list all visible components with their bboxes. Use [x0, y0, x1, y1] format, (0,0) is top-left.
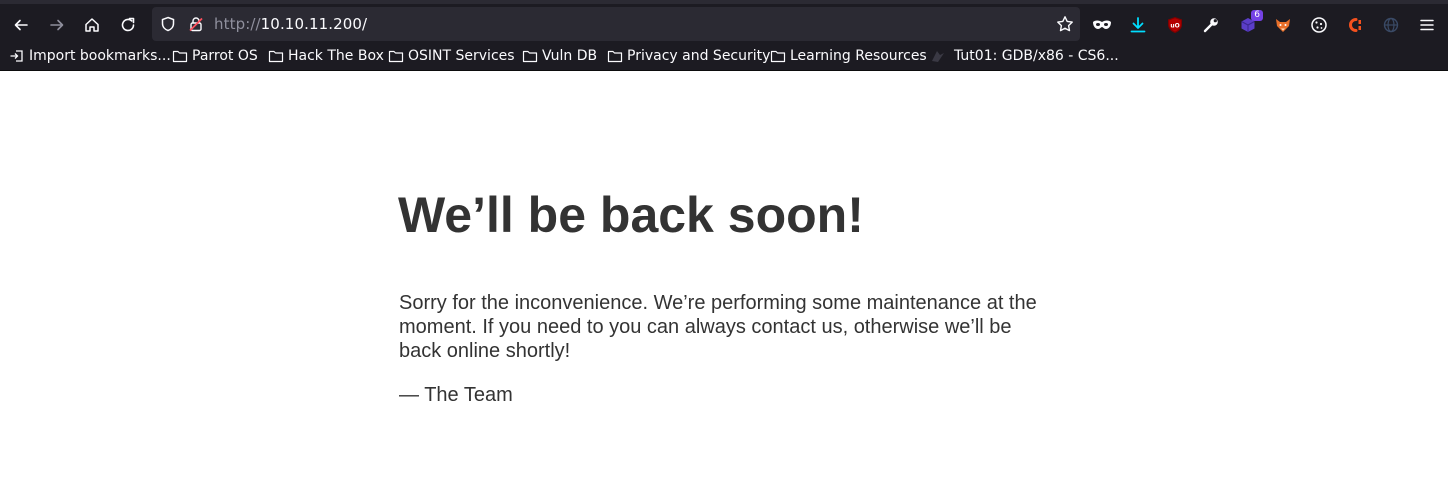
bookmark-label: Learning Resources	[790, 48, 927, 64]
bookmark-label: OSINT Services	[408, 48, 515, 64]
wrench-icon	[1203, 18, 1218, 33]
cookie-editor-extension-button[interactable]	[1343, 13, 1367, 37]
bookmark-folder-hack-the-box[interactable]: Hack The Box	[268, 46, 384, 66]
star-icon	[1057, 16, 1073, 32]
bookmark-label: Tut01: GDB/x86 - CS6...	[954, 48, 1119, 64]
forward-button[interactable]	[43, 11, 71, 39]
folder-icon	[172, 50, 188, 63]
home-button[interactable]	[78, 11, 106, 39]
download-icon	[1130, 17, 1146, 33]
bookmark-import[interactable]: Import bookmarks...	[9, 46, 171, 66]
bookmark-label: Hack The Box	[288, 48, 384, 64]
extension-badge: 6	[1251, 10, 1263, 21]
private-mask-button[interactable]	[1090, 13, 1114, 37]
url-scheme: http://	[214, 15, 261, 33]
cookie-icon	[1311, 17, 1327, 33]
import-icon	[10, 50, 23, 62]
browser-chrome: http://10.10.11.200/ uO 6 Import bookmar…	[0, 0, 1448, 71]
bookmark-label: Vuln DB	[542, 48, 598, 64]
bookmark-folder-learning-resources[interactable]: Learning Resources	[770, 46, 927, 66]
insecure-lock-icon[interactable]	[188, 16, 204, 37]
page-headline: We’ll be back soon!	[398, 187, 864, 243]
wappalyzer-extension-button[interactable]	[1379, 13, 1403, 37]
folder-icon	[522, 50, 538, 63]
downloads-button[interactable]	[1126, 13, 1150, 37]
navigation-toolbar: http://10.10.11.200/ uO 6	[0, 0, 1448, 42]
bookmark-folder-osint-services[interactable]: OSINT Services	[388, 46, 515, 66]
ublock-shield-icon: uO	[1168, 17, 1182, 33]
bookmark-label: Import bookmarks...	[29, 48, 171, 64]
bookmark-tut01-gdb[interactable]: Tut01: GDB/x86 - CS6...	[930, 46, 1119, 66]
hamburger-menu-icon	[1420, 19, 1434, 31]
bookmark-folder-privacy-and-security[interactable]: Privacy and Security	[607, 46, 770, 66]
folder-icon	[607, 50, 623, 63]
bookmark-folder-parrot-os[interactable]: Parrot OS	[172, 46, 258, 66]
fox-icon	[1276, 19, 1290, 32]
hackbar-extension-button[interactable]: 6	[1236, 10, 1263, 37]
folder-icon	[268, 50, 284, 63]
mask-icon	[1093, 20, 1111, 29]
shield-icon[interactable]	[160, 16, 176, 37]
reload-icon	[121, 17, 135, 32]
app-menu-button[interactable]	[1415, 13, 1439, 37]
url-bar[interactable]: http://10.10.11.200/	[152, 7, 1080, 41]
url-text[interactable]: http://10.10.11.200/	[214, 15, 367, 33]
globe-icon	[1383, 17, 1399, 33]
bookmarks-toolbar: Import bookmarks... Parrot OS Hack The B…	[0, 42, 1448, 71]
forward-arrow-icon	[50, 19, 64, 31]
url-host: 10.10.11.200/	[260, 15, 368, 33]
maintenance-message: Sorry for the inconvenience. We’re perfo…	[399, 292, 1037, 362]
bookmark-label: Privacy and Security	[627, 48, 771, 64]
foxyproxy-extension-button[interactable]	[1271, 13, 1295, 37]
bookmark-star-button[interactable]	[1056, 15, 1074, 38]
c-brackets-icon	[1349, 18, 1361, 32]
page-favicon-icon	[932, 51, 944, 62]
signature: — The Team	[399, 384, 513, 406]
back-arrow-icon	[14, 19, 28, 31]
reload-button[interactable]	[114, 11, 142, 39]
home-icon	[85, 18, 99, 32]
tools-extension-button[interactable]	[1199, 13, 1223, 37]
bookmark-folder-vuln-db[interactable]: Vuln DB	[522, 46, 597, 66]
page-content: We’ll be back soon! Sorry for the inconv…	[0, 71, 1448, 500]
folder-icon	[770, 50, 786, 63]
back-button[interactable]	[7, 11, 35, 39]
ublock-extension-button[interactable]: uO	[1163, 13, 1187, 37]
folder-icon	[388, 50, 404, 63]
bookmark-label: Parrot OS	[192, 48, 258, 64]
cookie-extension-button[interactable]	[1307, 13, 1331, 37]
svg-text:uO: uO	[1170, 23, 1179, 30]
